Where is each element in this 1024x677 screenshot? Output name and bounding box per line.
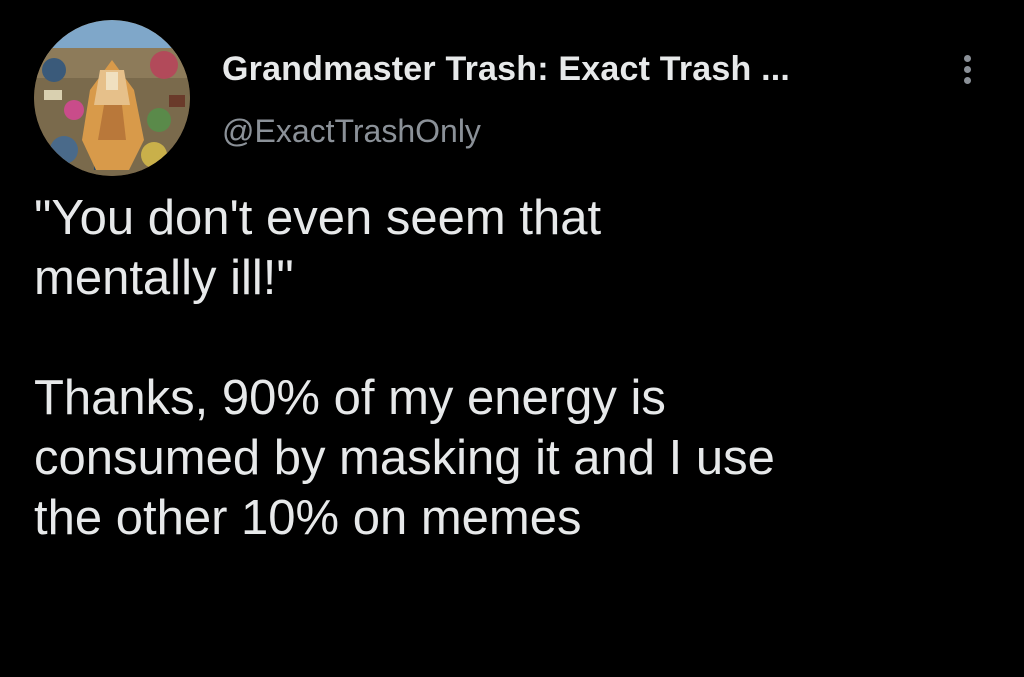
user-handle[interactable]: @ExactTrashOnly	[222, 113, 481, 150]
profile-avatar[interactable]	[34, 20, 190, 176]
tweet-text-line: consumed by masking it and I use	[34, 431, 775, 485]
tweet-text-line: the other 10% on memes	[34, 491, 582, 545]
tweet-text-line: mentally ill!"	[34, 251, 294, 305]
dot	[963, 77, 971, 84]
tweet-text-line: Thanks, 90% of my energy is	[34, 371, 666, 425]
dot	[963, 66, 971, 73]
tweet-card[interactable]: Grandmaster Trash: Exact Trash ... @Exac…	[0, 0, 1024, 677]
dot	[963, 55, 971, 62]
avatar-image	[34, 20, 190, 176]
tweet-text-line: "You don't even seem that	[34, 191, 602, 245]
more-vertical-icon[interactable]	[955, 52, 979, 92]
tweet-text: "You don't even seem that mentally ill!"…	[34, 188, 1004, 548]
display-name[interactable]: Grandmaster Trash: Exact Trash ...	[222, 50, 790, 89]
